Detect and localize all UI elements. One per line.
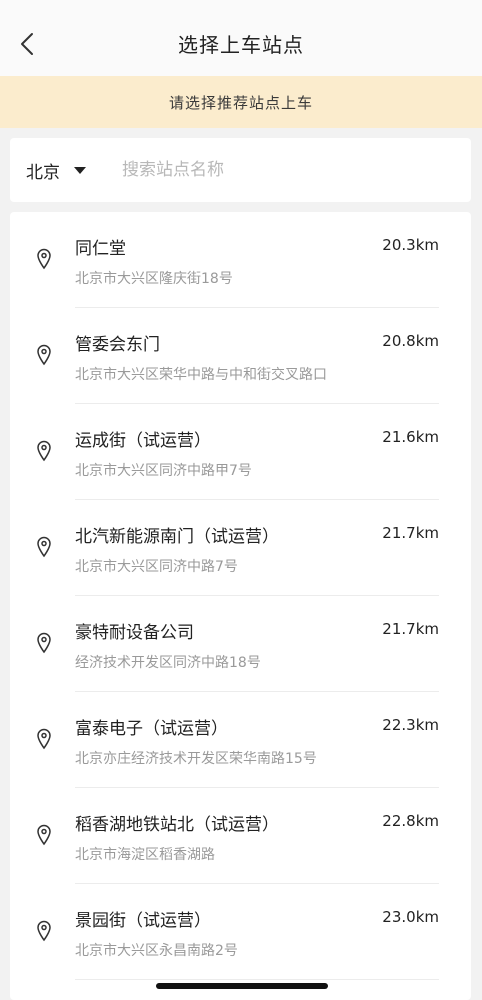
station-distance: 20.8km — [382, 332, 439, 350]
station-item[interactable]: 富泰电子（试运营） 22.3km 北京亦庄经济技术开发区荣华南路15号 — [10, 692, 471, 788]
station-name: 豪特耐设备公司 — [75, 623, 194, 643]
station-item[interactable]: 豪特耐设备公司 21.7km 经济技术开发区同济中路18号 — [10, 596, 471, 692]
station-name: 运成街（试运营） — [75, 431, 211, 451]
station-name: 景园街（试运营） — [75, 911, 211, 931]
station-address: 北京市大兴区隆庆街18号 — [75, 271, 233, 287]
caret-down-icon — [74, 166, 86, 174]
search-bar: 北京 — [10, 138, 471, 202]
station-address: 北京市大兴区荣华中路与中和街交叉路口 — [75, 367, 327, 383]
page-title: 选择上车站点 — [178, 33, 304, 57]
station-list: 同仁堂 20.3km 北京市大兴区隆庆街18号 管委会东门 20.8km 北京市… — [10, 212, 471, 1000]
station-name: 北汽新能源南门（试运营） — [75, 527, 279, 547]
location-pin-icon — [37, 344, 51, 366]
station-address: 北京市大兴区同济中路7号 — [75, 559, 238, 575]
location-pin-icon — [37, 632, 51, 654]
station-address: 北京市大兴区永昌南路2号 — [75, 943, 238, 959]
station-distance: 22.8km — [382, 812, 439, 830]
station-name: 富泰电子（试运营） — [75, 719, 228, 739]
station-item[interactable]: 北汽新能源南门（试运营） 21.7km 北京市大兴区同济中路7号 — [10, 500, 471, 596]
station-name: 管委会东门 — [75, 335, 160, 355]
station-distance: 21.7km — [382, 524, 439, 542]
station-distance: 23.0km — [382, 908, 439, 926]
notice-banner: 请选择推荐站点上车 — [0, 76, 482, 128]
location-pin-icon — [37, 248, 51, 270]
location-pin-icon — [37, 536, 51, 558]
location-pin-icon — [37, 824, 51, 846]
station-item[interactable]: 稻香湖地铁站北（试运营） 22.8km 北京市海淀区稻香湖路 — [10, 788, 471, 884]
station-name: 稻香湖地铁站北（试运营） — [75, 815, 279, 835]
station-distance: 20.3km — [382, 236, 439, 254]
city-name: 北京 — [26, 162, 60, 183]
city-selector[interactable]: 北京 — [26, 138, 86, 202]
location-pin-icon — [37, 440, 51, 462]
station-item[interactable]: 景园街（试运营） 23.0km 北京市大兴区永昌南路2号 — [10, 884, 471, 980]
station-item[interactable]: 管委会东门 20.8km 北京市大兴区荣华中路与中和街交叉路口 — [10, 308, 471, 404]
location-pin-icon — [37, 920, 51, 942]
station-item[interactable]: 运成街（试运营） 21.6km 北京市大兴区同济中路甲7号 — [10, 404, 471, 500]
nav-bar: 选择上车站点 — [0, 0, 482, 76]
station-name: 同仁堂 — [75, 239, 126, 259]
home-indicator — [156, 983, 328, 989]
station-distance: 21.6km — [382, 428, 439, 446]
station-address: 北京市大兴区同济中路甲7号 — [75, 463, 252, 479]
search-input[interactable] — [122, 154, 452, 186]
location-pin-icon — [37, 728, 51, 750]
station-distance: 22.3km — [382, 716, 439, 734]
divider — [75, 979, 439, 980]
station-address: 经济技术开发区同济中路18号 — [75, 655, 261, 671]
station-address: 北京市海淀区稻香湖路 — [75, 847, 215, 863]
station-item[interactable]: 同仁堂 20.3km 北京市大兴区隆庆街18号 — [10, 212, 471, 308]
station-address: 北京亦庄经济技术开发区荣华南路15号 — [75, 751, 317, 767]
station-distance: 21.7km — [382, 620, 439, 638]
